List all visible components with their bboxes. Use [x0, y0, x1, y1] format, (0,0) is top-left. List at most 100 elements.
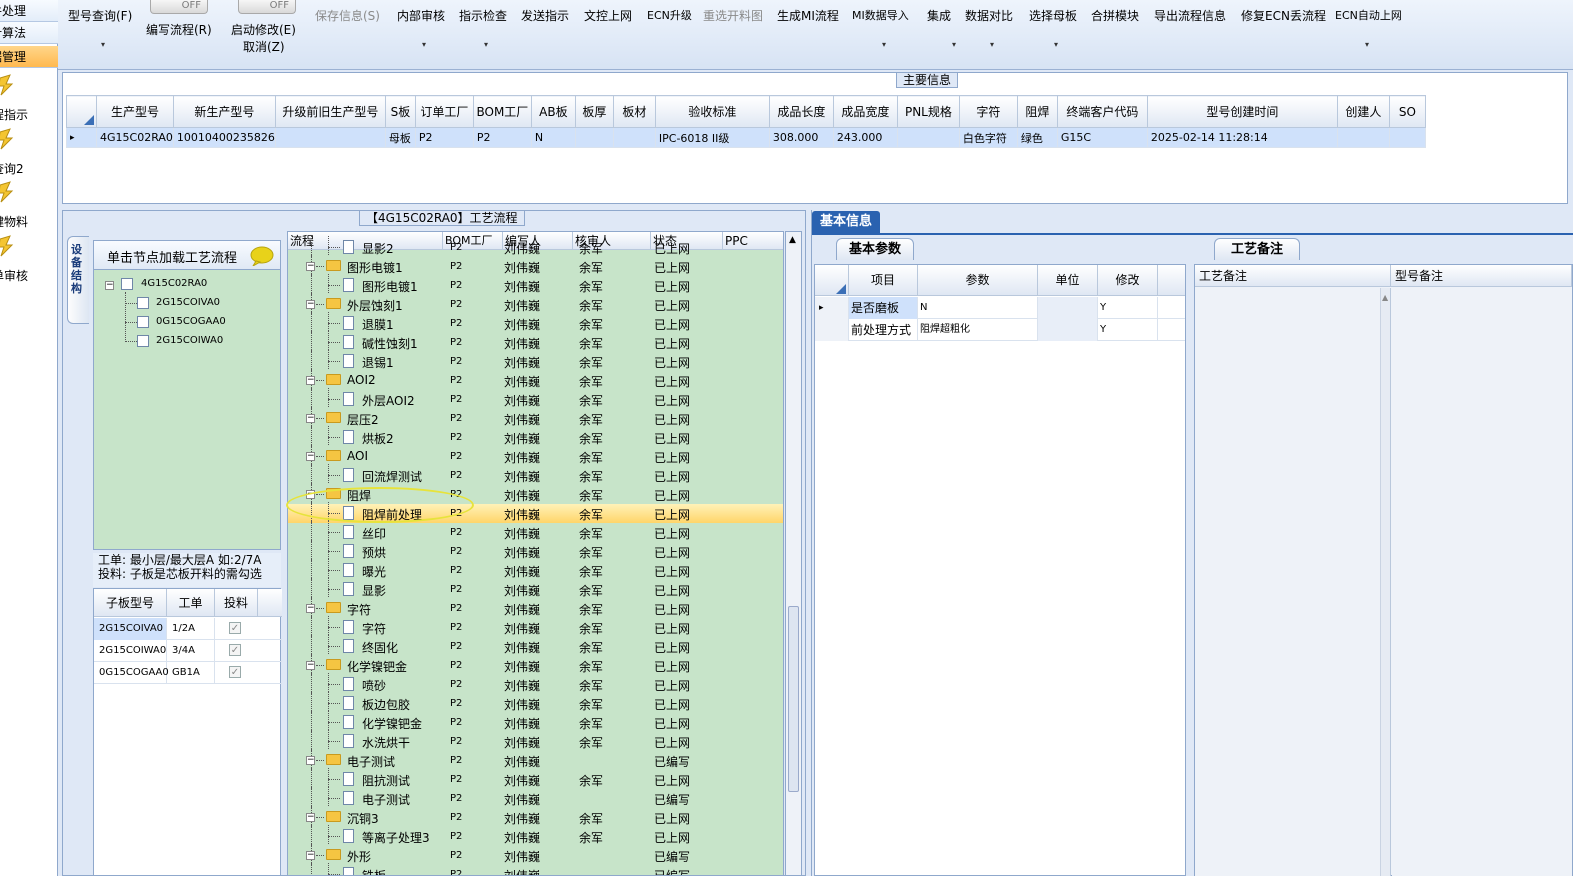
process-name[interactable]: 丝印 [362, 525, 386, 542]
table-row[interactable]: 0G15COGAA0 GB1A ✓ [94, 662, 282, 684]
table-row[interactable]: 2G15COIVA0 1/2A ✓ [94, 618, 282, 640]
process-name[interactable]: AOI2 [347, 373, 376, 387]
column-header[interactable]: 阻焊 [1016, 95, 1058, 128]
chevron-down-icon[interactable]: ▾ [1054, 40, 1058, 49]
toolbar-button[interactable]: 保存信息(S) [315, 7, 380, 24]
flow-row[interactable]: 显影 P2 刘伟巍 余军 已上网 [288, 578, 783, 599]
process-name[interactable]: 水洗烘干 [362, 734, 410, 751]
table-cell[interactable]: 是否磨板 [849, 297, 918, 319]
column-header[interactable]: 项目 [849, 265, 918, 296]
column-header[interactable]: 参数 [918, 265, 1038, 296]
column-header[interactable]: 成品宽度 [832, 95, 898, 128]
table-cell[interactable] [274, 127, 386, 148]
process-name[interactable]: 电子测试 [347, 753, 395, 770]
table-cell[interactable]: 0G15COGAA0 [94, 662, 169, 684]
flow-row[interactable]: − 层压2 P2 刘伟巍 余军 已上网 [288, 407, 783, 428]
table-cell[interactable]: 1/2A [167, 618, 215, 640]
process-name[interactable]: 化学镍钯金 [362, 715, 422, 732]
column-header[interactable]: 生产型号 [96, 95, 174, 128]
toolbar-button[interactable]: 启动修改(E) [231, 21, 296, 38]
column-header[interactable]: 板厚 [574, 95, 614, 128]
table-cell[interactable]: N [530, 127, 576, 148]
collapse-icon[interactable]: − [306, 604, 315, 613]
toolbar-button[interactable]: 发送指示 [521, 7, 569, 24]
toolbar-button[interactable]: 集成 [927, 7, 951, 24]
table-cell[interactable]: 白色字符 [958, 127, 1018, 148]
toolbar-button[interactable]: MI数据导入 [852, 7, 909, 23]
collapse-icon[interactable]: − [306, 851, 315, 860]
process-name[interactable]: 图形电镀1 [347, 259, 403, 276]
flow-row[interactable]: − 电子测试 P2 刘伟巍 已编写 [288, 749, 783, 770]
tree-root-label[interactable]: 4G15C02RA0 [141, 278, 207, 289]
process-name[interactable]: 曝光 [362, 563, 386, 580]
flow-row[interactable]: − 图形电镀1 P2 刘伟巍 余军 已上网 [288, 255, 783, 276]
process-remark-area[interactable] [1195, 288, 1381, 876]
toolbar-button[interactable]: ECN自动上网 [1335, 7, 1402, 23]
tab-basic-params[interactable]: 基本参数 [836, 238, 915, 260]
column-header[interactable]: 投料 [215, 589, 258, 617]
scroll-up-icon[interactable]: ▲ [1382, 293, 1388, 302]
flow-row[interactable]: 铣板 P2 刘伟巍 已编写 [288, 863, 783, 875]
device-structure-tab[interactable]: 设备结构 [67, 236, 89, 324]
table-cell[interactable]: GB1A [167, 662, 215, 684]
flow-row[interactable]: 等离子处理3 P2 刘伟巍 余军 已上网 [288, 825, 783, 846]
toolbar-button[interactable]: 修复ECN丢流程 [1241, 7, 1326, 24]
tree-child-label[interactable]: 0G15COGAA0 [156, 316, 226, 327]
column-header[interactable]: SO [1388, 95, 1426, 128]
feed-checkbox[interactable]: ✓ [229, 644, 241, 656]
flow-row[interactable]: − 化学镍钯金 P2 刘伟巍 余军 已上网 [288, 654, 783, 675]
table-cell[interactable]: 2025-02-14 11:28:14 [1146, 127, 1338, 148]
tree-child-label[interactable]: 2G15COIWA0 [156, 335, 223, 346]
table-cell[interactable]: G15C [1056, 127, 1148, 148]
model-remark-area[interactable] [1392, 288, 1572, 876]
column-header[interactable]: BOM工厂 [472, 95, 532, 128]
process-name[interactable]: 预烘 [362, 544, 386, 561]
process-name[interactable]: 显影2 [362, 240, 394, 257]
scroll-up-icon[interactable]: ▲ [789, 235, 796, 245]
toolbar-button[interactable]: 型号查询(F) [68, 7, 132, 24]
column-header[interactable]: 修改 [1098, 265, 1158, 296]
toggle-switch[interactable]: OFF [238, 0, 296, 14]
table-row[interactable]: ▸ 4G15C02RA0 10010400235826 母板 P2 P2 N IPC-6018… [66, 127, 1426, 148]
flow-row[interactable]: − 外形 P2 刘伟巍 已编写 [288, 844, 783, 865]
chevron-down-icon[interactable]: ▾ [101, 40, 105, 49]
toolbar-button[interactable]: 内部审核 [397, 7, 445, 24]
toolbar-button[interactable]: 编写流程(R) [146, 21, 212, 38]
collapse-icon[interactable]: − [105, 281, 114, 290]
column-header[interactable]: PNL规格 [896, 95, 960, 128]
column-header[interactable]: 升级前旧生产型号 [274, 95, 386, 128]
chevron-down-icon[interactable]: ▾ [990, 40, 994, 49]
process-name[interactable]: 外形 [347, 848, 371, 865]
table-row[interactable]: 前处理方式 阻焊超粗化 Y [815, 319, 1185, 341]
flow-row[interactable]: 喷砂 P2 刘伟巍 余军 已上网 [288, 673, 783, 694]
table-cell[interactable]: 前处理方式 [849, 319, 918, 341]
flow-row[interactable]: − 沉铜3 P2 刘伟巍 余军 已上网 [288, 806, 783, 827]
toolbar-button[interactable]: 数据对比 [965, 7, 1013, 24]
checkbox[interactable] [137, 316, 149, 328]
flow-row[interactable]: 退锡1 P2 刘伟巍 余军 已上网 [288, 350, 783, 371]
table-cell[interactable] [1038, 319, 1098, 341]
table-cell[interactable]: N [918, 297, 1038, 319]
process-name[interactable]: 外层蚀刻1 [347, 297, 403, 314]
process-name[interactable]: 退膜1 [362, 316, 394, 333]
chevron-down-icon[interactable]: ▾ [1365, 40, 1369, 49]
table-cell[interactable]: P2 [472, 127, 532, 148]
process-name[interactable]: 显影 [362, 582, 386, 599]
table-cell[interactable]: P2 [414, 127, 474, 148]
column-header[interactable]: 工艺备注 [1195, 265, 1391, 287]
table-cell[interactable]: 4G15C02RA0 [96, 127, 174, 148]
column-header[interactable]: 字符 [958, 95, 1018, 128]
feed-checkbox[interactable]: ✓ [229, 666, 241, 678]
process-name[interactable]: 板边包胶 [362, 696, 410, 713]
flow-row[interactable]: 电子测试 P2 刘伟巍 已编写 [288, 787, 783, 808]
process-name[interactable]: 碱性蚀刻1 [362, 335, 418, 352]
flow-row[interactable]: − AOI2 P2 刘伟巍 余军 已上网 [288, 369, 783, 390]
flow-row[interactable]: − 字符 P2 刘伟巍 余军 已上网 [288, 597, 783, 618]
nav-item[interactable]: 件处理 [0, 0, 58, 22]
table-row[interactable]: ▸ 是否磨板 N Y [815, 297, 1185, 319]
table-cell[interactable]: 243.000 [832, 127, 898, 148]
collapse-icon[interactable]: − [306, 300, 315, 309]
table-cell[interactable]: 308.000 [768, 127, 834, 148]
table-row[interactable]: 2G15COIWA0 3/4A ✓ [94, 640, 282, 662]
column-header[interactable]: AB板 [530, 95, 576, 128]
